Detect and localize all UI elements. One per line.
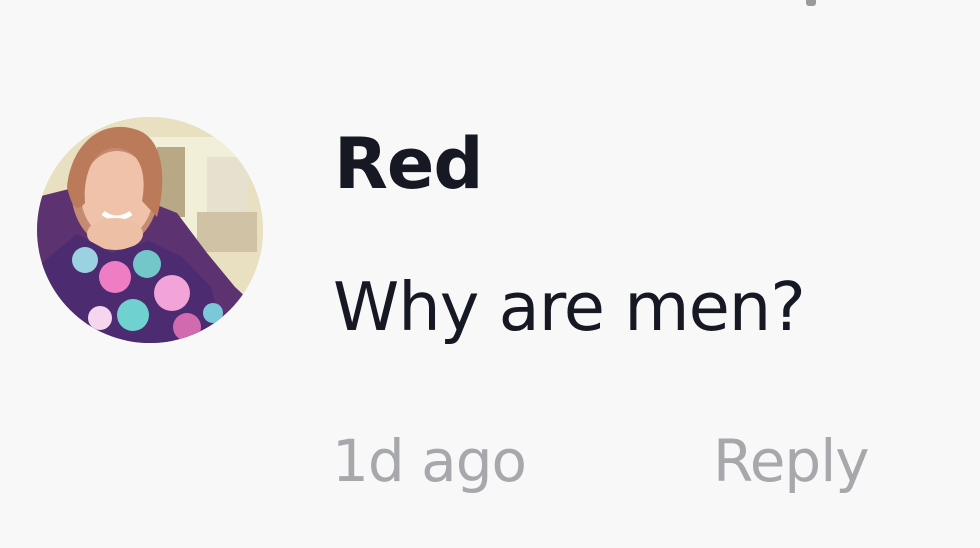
- comment-item: Red Why are men? 1d ago Reply: [0, 0, 980, 548]
- user-avatar[interactable]: [37, 117, 263, 343]
- comment-text: Why are men?: [333, 268, 806, 346]
- comment-username[interactable]: Red: [334, 129, 483, 199]
- reply-button[interactable]: Reply: [713, 432, 870, 490]
- comment-screen: Red Why are men? 1d ago Reply: [0, 0, 980, 548]
- comment-timestamp: 1d ago: [332, 427, 527, 495]
- profile-photo-icon: [37, 117, 263, 343]
